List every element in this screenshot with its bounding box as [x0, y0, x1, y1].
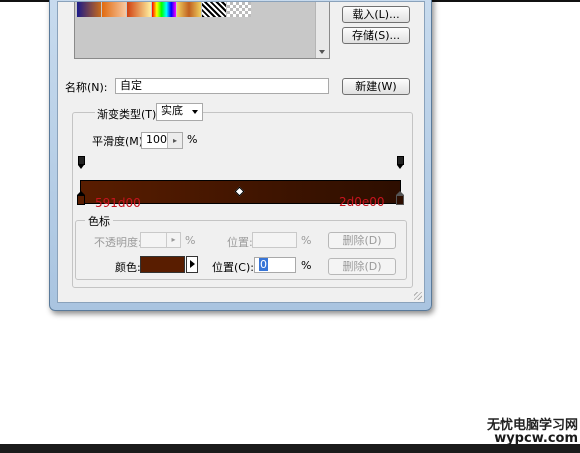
opacity-delete-button[interactable]: 删除(D) — [328, 232, 396, 249]
dropdown-arrow-icon — [192, 110, 198, 114]
smoothness-value: 100 — [146, 133, 167, 146]
preset-swatch[interactable] — [102, 2, 126, 17]
start-color-hex-label: 591d00 — [95, 196, 141, 210]
preset-swatch[interactable] — [152, 2, 176, 17]
watermark: 无忧电脑学习网 wypcw.com — [450, 414, 578, 446]
opacity-location-unit: % — [301, 234, 312, 247]
preset-swatch[interactable] — [127, 2, 151, 17]
color-label: 颜色: — [115, 261, 141, 274]
end-color-hex-label: 2d0e00 — [339, 195, 385, 209]
color-stop-left[interactable] — [77, 195, 85, 205]
gradient-editor-dialog: 载入(L)... 存储(S)... 名称(N): 自定 新建(W) 渐变类型(T… — [49, 0, 432, 311]
location-label: 位置(C): — [212, 261, 254, 274]
smoothness-input[interactable]: 100 ▸ — [141, 132, 183, 149]
smoothness-unit: % — [187, 133, 198, 146]
opacity-stepper-arrow-icon: ▸ — [166, 233, 180, 247]
presets-scrollbar[interactable] — [315, 2, 329, 58]
name-label: 名称(N): — [65, 81, 108, 94]
gradient-type-select[interactable]: 实底 — [156, 103, 203, 121]
opacity-location-label: 位置: — [227, 236, 253, 249]
location-unit: % — [301, 259, 312, 272]
opacity-stop-left-tip — [78, 165, 84, 169]
gradient-type-value: 实底 — [161, 104, 183, 117]
opacity-stop-right[interactable] — [397, 156, 404, 165]
preset-swatch[interactable] — [77, 2, 101, 17]
play-arrow-icon — [190, 260, 195, 268]
gradient-presets-panel[interactable] — [74, 2, 330, 59]
load-button[interactable]: 载入(L)... — [342, 6, 410, 23]
smoothness-label: 平滑度(M): — [92, 135, 147, 148]
name-input[interactable]: 自定 — [115, 78, 329, 94]
opacity-input[interactable]: ▸ — [140, 232, 181, 248]
opacity-stop-right-tip — [397, 165, 403, 169]
opacity-stop-left[interactable] — [78, 156, 85, 165]
smoothness-stepper-arrow-icon[interactable]: ▸ — [167, 133, 182, 148]
opacity-location-input[interactable] — [252, 232, 297, 248]
color-delete-button[interactable]: 删除(D) — [328, 258, 396, 275]
color-picker-arrow-button[interactable] — [186, 256, 198, 273]
dialog-client-area: 载入(L)... 存储(S)... 名称(N): 自定 新建(W) 渐变类型(T… — [57, 1, 425, 303]
resize-grip-icon[interactable] — [414, 292, 422, 300]
preset-swatch[interactable] — [177, 2, 201, 17]
color-stops-title: 色标 — [85, 213, 113, 229]
preset-swatch[interactable] — [202, 2, 226, 17]
save-button[interactable]: 存储(S)... — [342, 27, 410, 44]
desktop-bottom-edge — [0, 444, 580, 453]
opacity-label: 不透明度: — [94, 236, 142, 249]
color-stop-right[interactable] — [396, 195, 404, 205]
color-swatch[interactable] — [140, 256, 185, 273]
gradient-type-label: 渐变类型(T): — [95, 106, 163, 122]
new-button[interactable]: 新建(W) — [342, 78, 410, 95]
opacity-unit: % — [185, 234, 196, 247]
location-input[interactable]: 0 — [254, 257, 296, 273]
preset-swatch[interactable] — [227, 2, 251, 17]
location-value: 0 — [259, 258, 268, 271]
scroll-down-arrow-icon[interactable] — [319, 50, 325, 54]
